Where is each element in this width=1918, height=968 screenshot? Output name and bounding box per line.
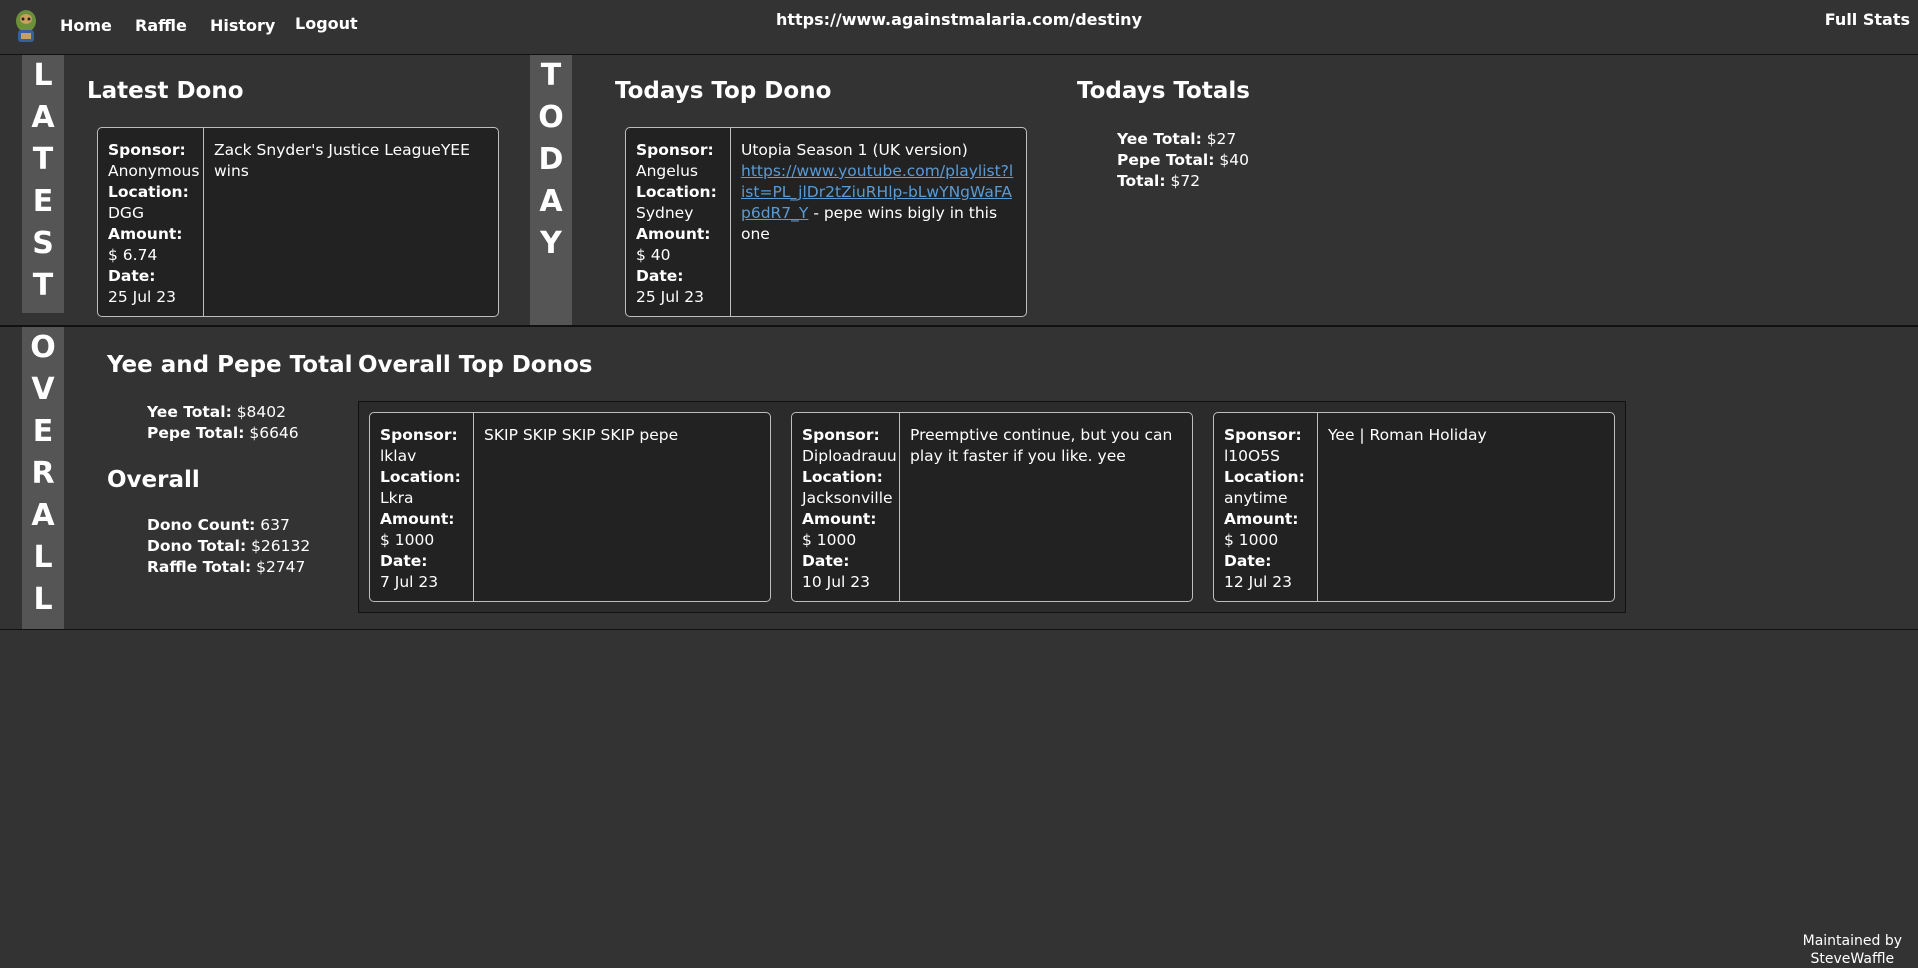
overall-yee-total: $8402	[231, 403, 287, 421]
top-dono-sponsor: l10O5S	[1224, 447, 1280, 465]
latest-amount: $ 6.74	[108, 246, 158, 264]
latest-vertical-label: L A T E S T	[22, 55, 64, 313]
raffle-total: $2747	[251, 558, 306, 576]
footer: Maintained by SteveWaffle	[1803, 932, 1902, 968]
top-dono-card: Sponsor: lklav Location: Lkra Amount: $ …	[369, 412, 771, 602]
yee-pepe-totals: Yee Total: $8402 Pepe Total: $6646	[147, 403, 299, 442]
today-sponsor: Angelus	[636, 162, 699, 180]
latest-message: Zack Snyder's Justice LeagueYEE wins	[214, 141, 470, 180]
latest-today-section: L A T E S T Latest Dono Sponsor: Anonymo…	[0, 55, 1918, 327]
latest-sponsor: Anonymous	[108, 162, 200, 180]
latest-dono-meta: Sponsor: Anonymous Location: DGG Amount:…	[98, 128, 204, 316]
yee-pepe-total-heading: Yee and Pepe Total	[107, 352, 353, 378]
top-dono-date: 10 Jul 23	[802, 573, 871, 591]
top-dono-message: SKIP SKIP SKIP SKIP pepe	[484, 426, 679, 444]
today-vertical-label: T O D A Y	[530, 55, 572, 325]
top-dono-message: Yee | Roman Holiday	[1328, 426, 1487, 444]
today-yee-total: $27	[1201, 130, 1237, 148]
top-dono-location: Lkra	[380, 489, 414, 507]
latest-location: DGG	[108, 204, 144, 222]
overall-pepe-total: $6646	[244, 424, 299, 442]
top-dono-amount: $ 1000	[1224, 531, 1279, 549]
top-dono-card: Sponsor: Diploadrauu Location: Jacksonvi…	[791, 412, 1193, 602]
today-date: 25 Jul 23	[636, 288, 705, 306]
top-dono-location: Jacksonville	[802, 489, 893, 507]
today-amount: $ 40	[636, 246, 671, 264]
top-dono-message: Preemptive continue, but you can play it…	[910, 426, 1173, 465]
overall-vertical-label: O V E R A L L	[22, 327, 64, 629]
top-dono-amount: $ 1000	[802, 531, 857, 549]
todays-top-dono-card: Sponsor: Angelus Location: Sydney Amount…	[625, 127, 1027, 317]
top-dono-location: anytime	[1224, 489, 1288, 507]
overall-top-donos-heading: Overall Top Donos	[358, 352, 593, 378]
overall-heading: Overall	[107, 467, 200, 493]
top-dono-date: 12 Jul 23	[1224, 573, 1293, 591]
top-dono-amount: $ 1000	[380, 531, 435, 549]
today-dono-meta: Sponsor: Angelus Location: Sydney Amount…	[626, 128, 731, 316]
todays-top-dono-heading: Todays Top Dono	[615, 78, 832, 104]
top-nav: Home Raffle History Logout https://www.a…	[0, 0, 1918, 55]
latest-date: 25 Jul 23	[108, 288, 177, 306]
todays-totals: Yee Total: $27 Pepe Total: $40 Total: $7…	[1117, 130, 1249, 190]
full-stats-link[interactable]: Full Stats	[1825, 10, 1910, 29]
dono-count: 637	[255, 516, 290, 534]
top-dono-date: 7 Jul 23	[380, 573, 439, 591]
footer-maintained-by: Maintained by	[1802, 933, 1902, 949]
footer-maintainer[interactable]: SteveWaffle	[1803, 950, 1902, 968]
todays-totals-heading: Todays Totals	[1077, 78, 1250, 104]
donate-url[interactable]: https://www.againstmalaria.com/destiny	[0, 10, 1918, 29]
top-dono-sponsor: Diploadrauu	[802, 447, 897, 465]
latest-dono-card: Sponsor: Anonymous Location: DGG Amount:…	[97, 127, 499, 317]
top-dono-sponsor: lklav	[380, 447, 417, 465]
top-dono-card: Sponsor: l10O5S Location: anytime Amount…	[1213, 412, 1615, 602]
today-total: $72	[1165, 172, 1201, 190]
overall-section: O V E R A L L Yee and Pepe Total Yee Tot…	[0, 327, 1918, 630]
today-message: Utopia Season 1 (UK version) https://www…	[741, 141, 1014, 243]
latest-dono-heading: Latest Dono	[87, 78, 244, 104]
overall-totals: Dono Count: 637 Dono Total: $26132 Raffl…	[147, 516, 311, 576]
dono-total: $26132	[246, 537, 311, 555]
today-pepe-total: $40	[1214, 151, 1249, 169]
today-location: Sydney	[636, 204, 694, 222]
overall-top-donos: Sponsor: lklav Location: Lkra Amount: $ …	[358, 401, 1626, 613]
